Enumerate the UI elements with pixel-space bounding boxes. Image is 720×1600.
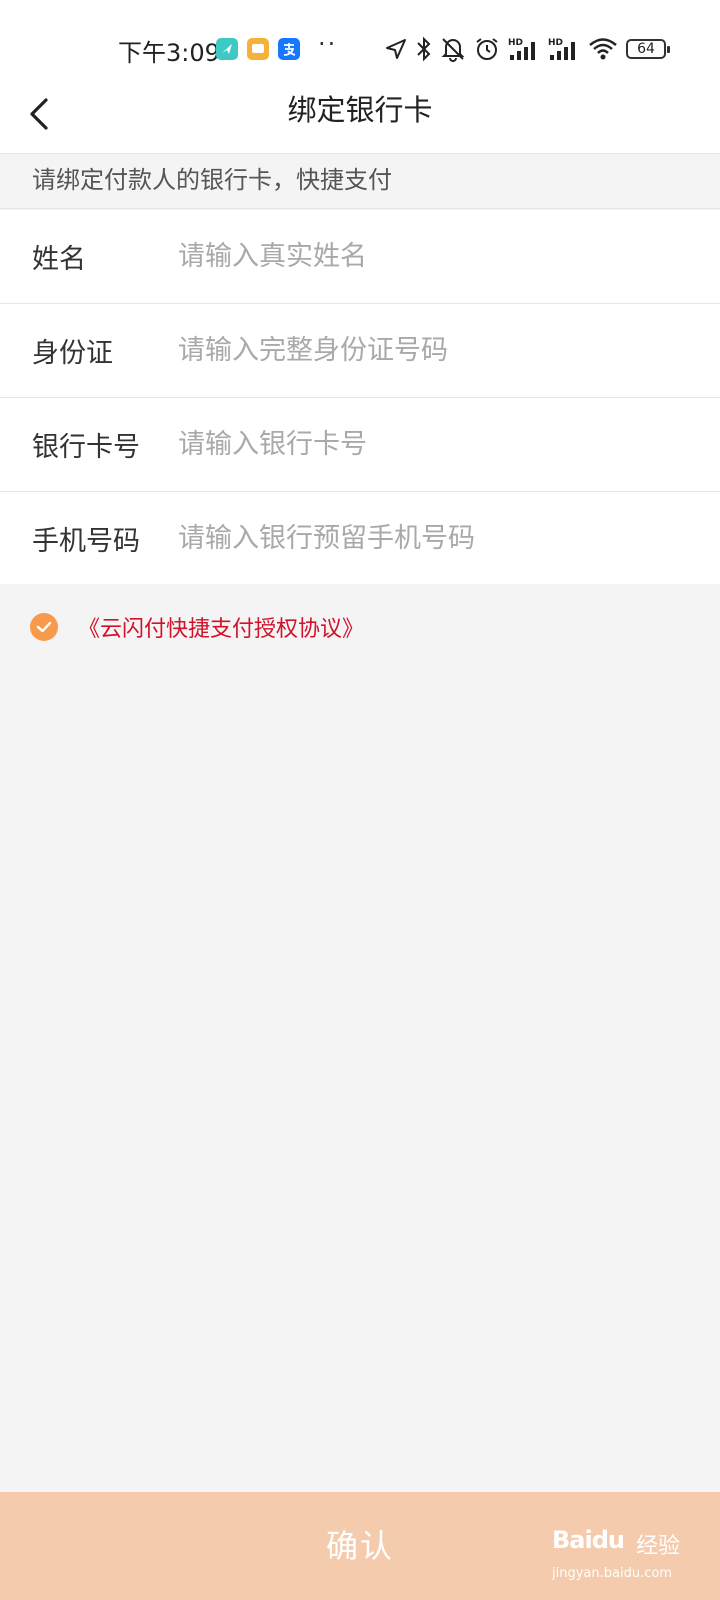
mute-bell-icon (441, 38, 465, 62)
name-input[interactable] (178, 226, 720, 287)
agreement-row: 《云闪付快捷支付授权协议》 (30, 612, 364, 642)
phone-input[interactable] (178, 508, 720, 568)
more-notifications: ·· (318, 30, 338, 58)
battery-icon: 64 (626, 39, 670, 59)
status-time: 下午3:09 (118, 39, 220, 67)
alarm-icon (476, 38, 498, 60)
agreement-link[interactable]: 《云闪付快捷支付授权协议》 (78, 611, 364, 643)
form-row-name: 姓名 (0, 210, 720, 304)
navigation-app-icon (216, 38, 238, 60)
watermark-brand: Baidu (552, 1526, 625, 1554)
id-card-label: 身份证 (32, 338, 113, 369)
status-right-group: HD HD 64 (384, 34, 670, 64)
location-icon (386, 39, 406, 59)
back-button[interactable] (20, 94, 72, 146)
bank-card-input[interactable] (178, 414, 720, 475)
signal-hd-label-2: HD (548, 38, 563, 48)
checkmark-icon (36, 621, 52, 633)
wifi-icon (589, 38, 617, 60)
signal-icon-2: HD (548, 38, 575, 60)
nav-bar: 绑定银行卡 (0, 88, 720, 154)
form-row-id-card: 身份证 (0, 304, 720, 398)
watermark-url: jingyan.baidu.com (552, 1566, 672, 1581)
baidu-watermark: Baidu 经验 jingyan.baidu.com (552, 1516, 712, 1588)
form-row-phone: 手机号码 (0, 492, 720, 584)
chat-app-icon (247, 38, 269, 60)
name-label: 姓名 (32, 244, 86, 275)
alipay-app-icon (278, 38, 300, 60)
bind-hint: 请绑定付款人的银行卡，快捷支付 (0, 155, 720, 209)
chevron-left-icon (30, 98, 48, 130)
bluetooth-icon (417, 36, 431, 62)
page-title: 绑定银行卡 (287, 93, 433, 127)
phone-label: 手机号码 (32, 525, 140, 557)
bank-card-form: 姓名 身份证 银行卡号 手机号码 (0, 210, 720, 584)
form-row-bank-card: 银行卡号 (0, 398, 720, 492)
signal-hd-label: HD (508, 38, 523, 48)
signal-icon: HD (508, 38, 535, 60)
watermark-suffix: 经验 (636, 1534, 681, 1559)
bank-card-label: 银行卡号 (32, 432, 140, 463)
status-bar: 下午3:09 ·· HD HD 64 (0, 0, 720, 88)
agreement-checkbox[interactable] (30, 613, 58, 641)
id-card-input[interactable] (178, 320, 720, 381)
